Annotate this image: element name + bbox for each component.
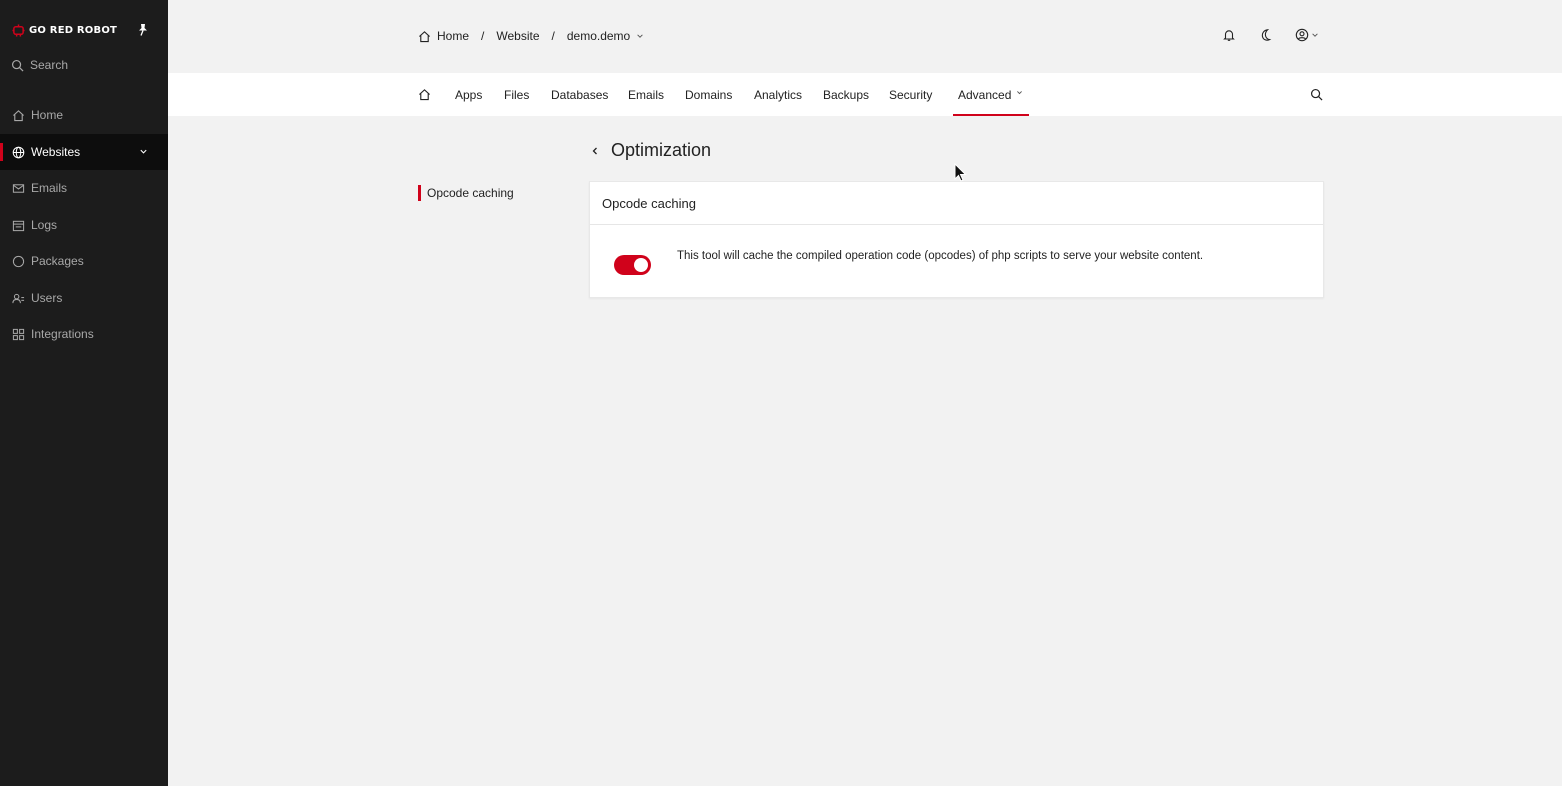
nav-search-button[interactable] (1310, 73, 1323, 116)
user-menu-button[interactable] (1295, 28, 1319, 42)
tab-label: Databases (551, 87, 609, 102)
tab-label: Emails (628, 87, 665, 102)
sidebar-item-label: Emails (31, 181, 68, 195)
card-title: Opcode caching (590, 182, 1323, 225)
brand-name: GO RED ROBOT (29, 24, 118, 36)
back-chevron-icon[interactable] (590, 146, 600, 156)
page-header: Optimization (590, 140, 711, 161)
page-title: Optimization (611, 140, 712, 160)
sidebar-item-label: Home (31, 108, 64, 122)
sidebar: GO RED ROBOT Search Home Websites Emails… (0, 0, 168, 786)
home-icon (419, 89, 430, 101)
sidebar-item-emails[interactable]: Emails (0, 170, 168, 206)
grid-icon (12, 328, 25, 340)
notifications-button[interactable] (1222, 28, 1236, 42)
search-icon (11, 59, 24, 71)
tab-home[interactable] (418, 73, 431, 116)
mouse-cursor-icon (954, 163, 967, 182)
tab-emails[interactable]: Emails (628, 73, 664, 116)
tab-apps[interactable]: Apps (455, 73, 482, 116)
subnav-item-label: Opcode caching (427, 186, 514, 200)
users-icon (12, 293, 25, 303)
subnav-item-opcode-caching[interactable]: Opcode caching (418, 185, 514, 201)
brand-logo[interactable]: GO RED ROBOT (12, 22, 117, 38)
moon-icon (1261, 29, 1272, 41)
sidebar-item-websites[interactable]: Websites (0, 134, 168, 170)
globe-icon (12, 146, 25, 158)
sidebar-item-users[interactable]: Users (0, 280, 168, 316)
sidebar-search-label: Search (30, 58, 69, 72)
tab-label: Security (889, 87, 933, 102)
chevron-down-icon (1312, 33, 1318, 37)
robot-logo-icon (12, 23, 25, 37)
chevron-down-icon[interactable] (636, 32, 644, 40)
tab-label: Domains (685, 87, 733, 102)
sidebar-item-integrations[interactable]: Integrations (0, 316, 168, 352)
tab-security[interactable]: Security (889, 73, 932, 116)
toggle-knob (634, 258, 648, 272)
tab-domains[interactable]: Domains (685, 73, 732, 116)
website-nav: Apps Files Databases Emails Domains Anal… (168, 73, 1562, 116)
user-circle-icon (1295, 28, 1309, 42)
breadcrumb-site-selector[interactable]: demo.demo (567, 29, 630, 43)
sidebar-item-label: Logs (31, 218, 58, 232)
card-description: This tool will cache the compiled operat… (677, 250, 1204, 262)
search-icon (1310, 88, 1323, 101)
sidebar-item-logs[interactable]: Logs (0, 207, 168, 243)
bell-icon (1223, 30, 1235, 41)
breadcrumb: Home / Website / demo.demo (418, 27, 650, 45)
home-icon (13, 109, 24, 121)
breadcrumb-website[interactable]: Website (496, 29, 539, 43)
tab-label: Backups (823, 87, 870, 102)
sidebar-item-label: Packages (31, 254, 84, 268)
sidebar-item-label: Users (31, 291, 63, 305)
tab-label: Files (504, 87, 530, 102)
tab-label: Analytics (754, 87, 803, 102)
sidebar-item-home[interactable]: Home (0, 97, 168, 133)
opcode-caching-card: Opcode caching This tool will cache the … (589, 181, 1324, 298)
tab-label: Advanced (958, 87, 1012, 102)
tab-advanced[interactable]: Advanced (952, 73, 1030, 116)
tab-analytics[interactable]: Analytics (754, 73, 802, 116)
tab-backups[interactable]: Backups (823, 73, 869, 116)
circle-icon (12, 255, 25, 267)
theme-toggle-button[interactable] (1258, 28, 1272, 42)
home-icon (419, 30, 430, 42)
tab-databases[interactable]: Databases (551, 73, 608, 116)
sidebar-search[interactable]: Search (11, 58, 68, 72)
sidebar-item-label: Websites (31, 145, 81, 159)
opcode-caching-toggle[interactable] (614, 255, 651, 275)
pin-icon[interactable] (137, 23, 149, 37)
breadcrumb-separator: / (481, 29, 485, 43)
sidebar-item-label: Integrations (31, 327, 94, 341)
chevron-down-icon[interactable] (139, 147, 148, 156)
calendar-icon (12, 220, 25, 231)
tab-label: Apps (455, 87, 483, 102)
chevron-down-icon (1017, 90, 1023, 94)
breadcrumb-home[interactable]: Home (437, 29, 469, 43)
breadcrumb-separator: / (551, 29, 555, 43)
tab-files[interactable]: Files (504, 73, 529, 116)
mail-icon (12, 183, 25, 193)
sidebar-item-packages[interactable]: Packages (0, 243, 168, 279)
